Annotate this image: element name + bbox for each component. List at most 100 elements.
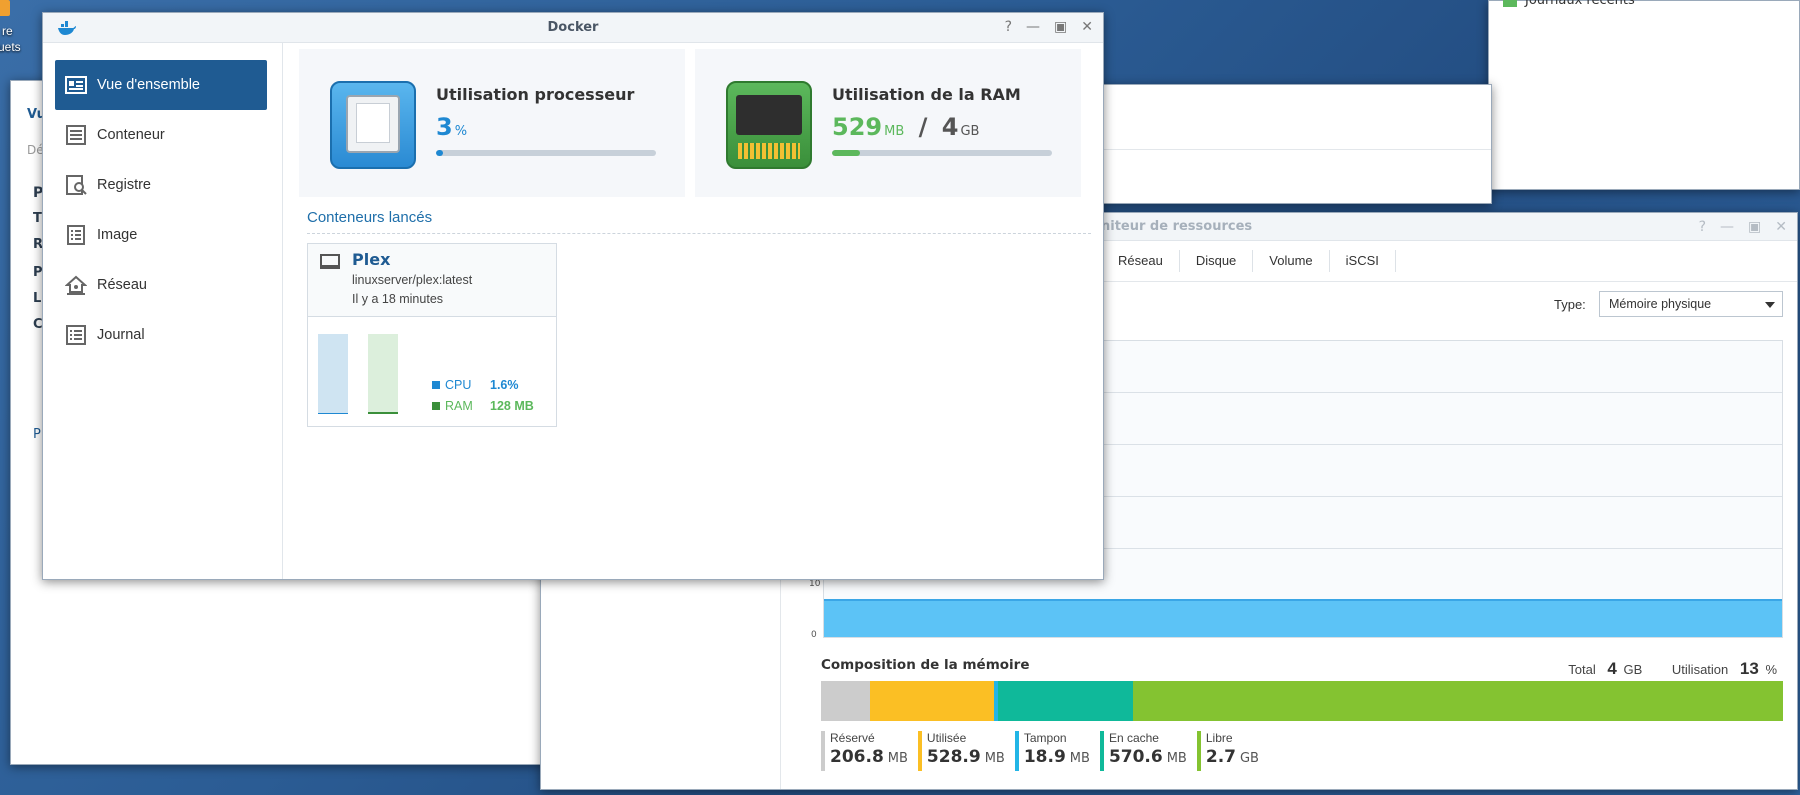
legend-value: 206.8 MB (830, 747, 908, 767)
docker-titlebar[interactable]: Docker ? — ▣ ✕ (43, 13, 1103, 43)
ram-usage-card: Utilisation de la RAM 529 MB / 4 GB (695, 49, 1081, 197)
container-cpu-value: 1.6% (490, 378, 519, 392)
container-ram-value: 128 MB (490, 399, 534, 413)
container-card-plex[interactable]: Plex linuxserver/plex:latest Il y a 18 m… (307, 243, 557, 427)
log-icon (66, 325, 86, 345)
close-icon[interactable]: ✕ (1775, 219, 1787, 235)
memory-segment (1132, 681, 1783, 721)
nav-log[interactable]: Journal (55, 310, 267, 360)
cpu-usage-title: Utilisation processeur (436, 85, 635, 104)
ram-separator: / (918, 113, 928, 141)
legend-swatch (917, 731, 922, 771)
nav-network[interactable]: Réseau (55, 260, 267, 310)
minimize-icon[interactable]: — (1026, 19, 1040, 35)
ram-usage-progress-fill (832, 150, 861, 156)
legend-label: Tampon (1023, 731, 1067, 745)
memory-composition-bar (821, 681, 1783, 721)
ram-usage-value: 529 MB / 4 GB (832, 113, 979, 141)
container-list-icon (66, 125, 86, 145)
help-icon[interactable]: ? (1699, 219, 1706, 235)
tab-disk[interactable]: Disque (1180, 250, 1254, 272)
desktop-shortcut-label-2: uets (0, 40, 21, 54)
container-image: linuxserver/plex:latest (352, 273, 473, 287)
legend-label: Libre (1205, 731, 1233, 745)
legend-swatch (1099, 731, 1104, 771)
memory-segment (998, 681, 1133, 721)
memory-legend-item: Réservé 206.8 MB (821, 731, 908, 771)
cpu-usage-progress (436, 150, 656, 156)
container-cpu-bar-fill (318, 412, 348, 414)
container-ram-bar-fill (368, 411, 398, 414)
legend-label: En cache (1108, 731, 1159, 745)
legend-unit: MB (984, 751, 1005, 766)
frag-text: L (33, 291, 42, 306)
maximize-icon[interactable]: ▣ (1054, 19, 1067, 35)
desktop-shortcut-label-1: re (2, 24, 13, 38)
nav-image[interactable]: Image (55, 210, 267, 260)
memory-segment (821, 681, 870, 721)
help-icon[interactable]: ? (1005, 19, 1012, 35)
cpu-usage-value: 3% (436, 113, 467, 141)
image-icon (67, 225, 85, 245)
legend-swatch (1014, 731, 1019, 771)
ram-usage-title: Utilisation de la RAM (832, 85, 1021, 104)
nav-label: Réseau (97, 277, 147, 293)
nav-label: Journal (97, 327, 145, 343)
running-containers-title: Conteneurs lancés (307, 209, 433, 226)
memory-legend-item: Utilisée 528.9 MB (917, 731, 1005, 771)
nav-registry[interactable]: Registre (55, 160, 267, 210)
minimize-icon[interactable]: — (1720, 219, 1734, 235)
maximize-icon[interactable]: ▣ (1748, 219, 1761, 235)
docker-window: Docker ? — ▣ ✕ Vue d'ensemble Conteneur … (42, 12, 1104, 580)
ram-chip-icon (726, 81, 812, 169)
container-ram-label: RAM (445, 399, 473, 413)
nav-container[interactable]: Conteneur (55, 110, 267, 160)
container-cpu-stat: CPU 1.6% (432, 378, 519, 392)
tab-iscsi[interactable]: iSCSI (1330, 250, 1396, 272)
package-icon (0, 0, 10, 16)
network-house-icon (65, 275, 87, 295)
memory-usage-area (824, 599, 1782, 637)
docker-content: Utilisation processeur 3% Utilisation de… (283, 43, 1103, 579)
cpu-usage-progress-fill (436, 150, 443, 156)
memory-legend-item: En cache 570.6 MB (1099, 731, 1187, 771)
ram-used-unit: MB (884, 124, 905, 139)
tab-network[interactable]: Réseau (1101, 250, 1180, 272)
memory-composition-legend: Réservé 206.8 MB Utilisée 528.9 MB Tampon 18.9 M… (821, 731, 1269, 771)
type-select[interactable]: Mémoire physique (1599, 291, 1783, 317)
divider (307, 233, 1091, 234)
desktop-shortcut[interactable]: re uets (0, 0, 26, 62)
memory-composition-title: Composition de la mémoire (821, 657, 1030, 673)
log-icon (1503, 0, 1517, 7)
memory-legend-item: Libre 2.7 GB (1196, 731, 1259, 771)
axis-tick-10: 10 (809, 579, 821, 589)
tab-volume[interactable]: Volume (1253, 250, 1330, 272)
ram-usage-progress (832, 150, 1052, 156)
recent-logs-title: Journaux récents (1525, 0, 1635, 8)
overview-icon (65, 76, 87, 94)
nav-label: Conteneur (97, 127, 165, 143)
legend-unit: GB (1239, 751, 1259, 766)
legend-unit: MB (1069, 751, 1090, 766)
container-monitor-icon (320, 254, 340, 269)
resource-monitor-title: niteur de ressources (1101, 219, 1253, 234)
cpu-percent: 3 (436, 113, 453, 141)
total-unit: GB (1623, 662, 1643, 677)
close-icon[interactable]: ✕ (1081, 19, 1093, 35)
legend-value: 18.9 MB (1023, 747, 1090, 767)
legend-value: 570.6 MB (1108, 747, 1187, 767)
processor-icon (330, 81, 416, 169)
legend-value: 2.7 GB (1205, 747, 1259, 767)
legend-swatch (821, 731, 825, 771)
container-name: Plex (352, 250, 391, 269)
nav-overview[interactable]: Vue d'ensemble (55, 60, 267, 110)
ram-used: 529 (832, 113, 883, 141)
type-select-value: Mémoire physique (1609, 297, 1712, 311)
nav-label: Image (97, 227, 138, 243)
type-label: Type: (1554, 297, 1586, 312)
chevron-down-icon (1765, 302, 1775, 308)
docker-title: Docker (547, 20, 599, 35)
container-cpu-bar (318, 334, 348, 414)
cpu-unit: % (454, 124, 468, 139)
cpu-usage-card: Utilisation processeur 3% (299, 49, 685, 197)
